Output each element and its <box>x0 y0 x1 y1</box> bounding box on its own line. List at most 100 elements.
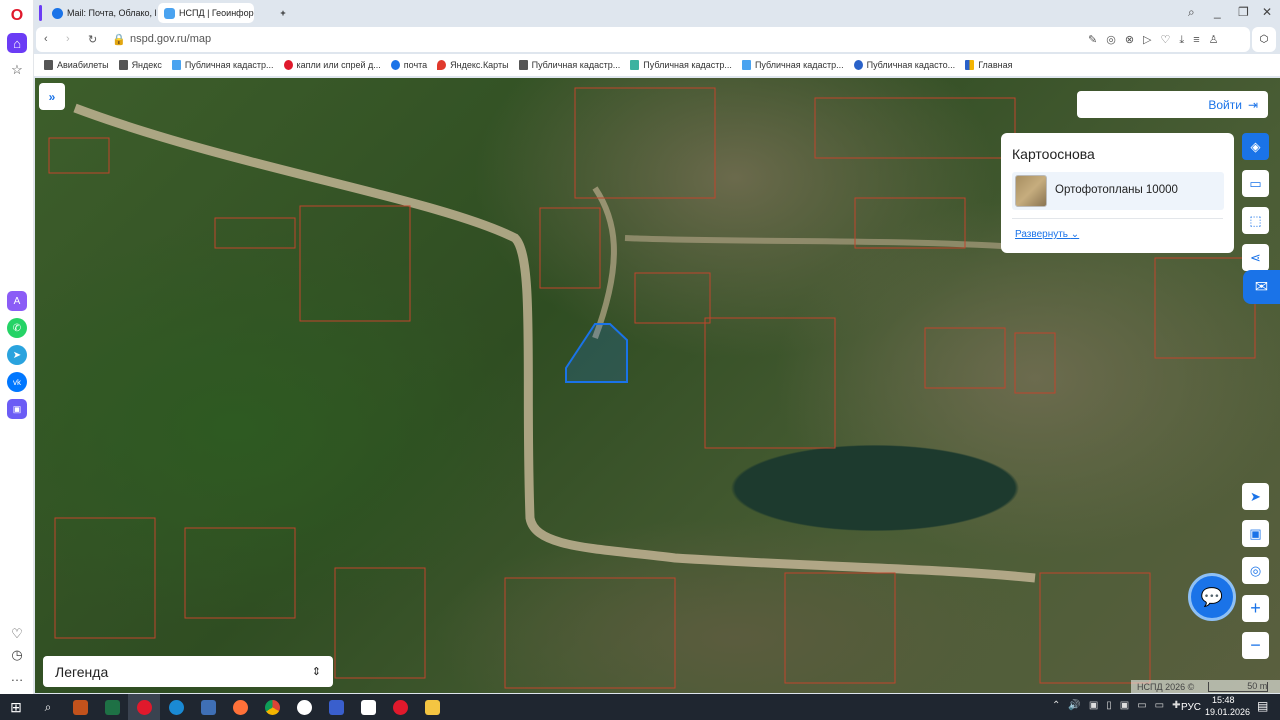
extensions-icon[interactable]: ⬡ <box>1252 27 1276 52</box>
notifications-icon[interactable]: ▤ <box>1257 699 1268 713</box>
nspd-icon <box>741 60 751 70</box>
edge-icon[interactable] <box>160 694 192 720</box>
bookmark[interactable]: капли или спрей д... <box>283 60 381 70</box>
bookmark[interactable]: Публичная кадастр... <box>518 60 621 70</box>
zoom-out-button[interactable]: − <box>1242 632 1269 659</box>
star-icon[interactable]: ☆ <box>7 60 27 80</box>
vk-icon[interactable]: vk <box>7 372 27 392</box>
basemap-option-selected[interactable]: Ортофотопланы 10000 <box>1012 172 1224 210</box>
excel-icon[interactable] <box>96 694 128 720</box>
search-icon[interactable]: ⌕ <box>32 694 64 720</box>
windows-start-icon[interactable]: ⊞ <box>0 694 32 720</box>
aria-icon[interactable]: A <box>7 291 27 311</box>
restore-button[interactable]: ❐ <box>1238 5 1249 19</box>
back-icon[interactable]: ‹ <box>44 33 48 45</box>
minimap-button[interactable]: ▣ <box>1242 520 1269 547</box>
bookmark[interactable]: Главная <box>965 60 1012 70</box>
zoom-in-button[interactable]: + <box>1242 595 1269 622</box>
bookmark[interactable]: Яндекс <box>118 60 162 70</box>
tab-nspd[interactable]: НСПД | Геоинформацион <box>158 3 254 23</box>
layers-button[interactable]: ◈ <box>1242 133 1269 160</box>
attribution-bar: НСПД 2026 © 50 m <box>1131 680 1280 693</box>
nspd-favicon-icon <box>164 7 175 19</box>
nspd-icon <box>171 60 181 70</box>
shield-icon <box>853 60 863 70</box>
bookmark[interactable]: Публичная кадасто... <box>853 60 955 70</box>
area-search-button[interactable]: ⬚ <box>1242 207 1269 234</box>
chrome-icon[interactable] <box>256 694 288 720</box>
player-icon[interactable]: ▣ <box>7 399 27 419</box>
mail-favicon-icon <box>52 7 63 19</box>
chevron-updown-icon: ⇕ <box>311 666 321 678</box>
road <box>73 103 1036 583</box>
map-pin-icon <box>437 60 447 70</box>
geolocation-button[interactable]: ➤ <box>1242 483 1269 510</box>
ruler-button[interactable]: ▭ <box>1242 170 1269 197</box>
bookmark[interactable]: Публичная кадастр... <box>741 60 844 70</box>
chart-icon <box>965 60 975 70</box>
yandex-browser-icon[interactable] <box>288 694 320 720</box>
word-icon[interactable] <box>192 694 224 720</box>
bookmark[interactable]: Публичная кадастр... <box>171 60 274 70</box>
clock-time[interactable]: 15:48 <box>1212 695 1235 705</box>
bookmark[interactable]: почта <box>390 60 428 70</box>
bookmark-label: Публичная кадастр... <box>184 60 274 70</box>
expand-sidebar-button[interactable]: » <box>39 83 65 110</box>
search-tabs-icon[interactable]: ⌕ <box>1188 5 1195 20</box>
bookmark[interactable]: Яндекс.Карты <box>437 60 509 70</box>
minimize-button[interactable]: _ <box>1214 5 1221 19</box>
bookmark-label: почта <box>403 60 428 70</box>
heart-icon[interactable]: ♡ <box>7 624 27 644</box>
tab-label: НСПД | Геоинформацион <box>179 8 254 18</box>
kadastr-icon <box>630 60 640 70</box>
legend-dropdown[interactable]: Легенда ⇕ <box>43 656 333 687</box>
system-tray-icons[interactable]: ⌃🔊▣▯▣▭▭✚ <box>1052 700 1189 711</box>
tab-mail[interactable]: Mail: Почта, Облако, Кал <box>46 3 156 23</box>
history-icon[interactable]: ◷ <box>7 645 27 665</box>
bookmark-label: Публичная кадастр... <box>754 60 844 70</box>
orthophoto-thumbnail <box>1015 175 1047 207</box>
selected-parcel[interactable] <box>565 323 628 383</box>
whatsapp-icon[interactable]: ✆ <box>7 318 27 338</box>
opera-logo-icon[interactable]: O <box>7 6 27 26</box>
coordinates-button[interactable]: ◎ <box>1242 557 1269 584</box>
bookmark[interactable]: Авиабилеты <box>44 60 109 70</box>
url-text[interactable]: nspd.gov.ru/map <box>130 33 211 45</box>
chat-button[interactable]: 💬 <box>1188 573 1236 621</box>
new-tab-button[interactable]: + <box>275 3 291 23</box>
mail-app-icon[interactable] <box>352 694 384 720</box>
bookmark-label: Яндекс <box>131 60 162 70</box>
tab-bar: Mail: Почта, Облако, Кал НСПД | Геоинфор… <box>34 0 1280 26</box>
bookmark-label: Авиабилеты <box>57 60 109 70</box>
language-indicator[interactable]: РУС <box>1181 702 1201 713</box>
home-icon[interactable]: ⌂ <box>7 33 27 53</box>
lock-icon: 🔒 <box>112 34 126 46</box>
app-icon[interactable] <box>64 694 96 720</box>
explorer-icon[interactable] <box>416 694 448 720</box>
bookmark[interactable]: Публичная кадастр... <box>630 60 732 70</box>
page-icon <box>44 60 53 70</box>
yandex-icon[interactable] <box>384 694 416 720</box>
expand-link[interactable]: Развернуть ⌄ <box>1015 229 1079 240</box>
yandex-icon <box>283 60 293 70</box>
login-button[interactable]: Войти ⇥ <box>1077 91 1268 118</box>
more-icon[interactable]: … <box>7 666 27 686</box>
telegram-icon[interactable]: ➤ <box>7 345 27 365</box>
feedback-button[interactable]: ✉ <box>1243 270 1280 304</box>
opera-taskbar-icon[interactable] <box>128 694 160 720</box>
page-icon <box>118 60 128 70</box>
bookmarks-bar: Авиабилеты Яндекс Публичная кадастр... к… <box>34 54 1280 76</box>
address-bar[interactable]: ‹ › ↻ 🔒 nspd.gov.ru/map ✎◎⊗▷♡⤓≡♙ <box>36 27 1250 52</box>
forward-icon[interactable]: › <box>66 33 70 45</box>
road <box>592 186 617 340</box>
bookmark-label: Публичная кадастр... <box>531 60 621 70</box>
close-window-button[interactable]: ✕ <box>1262 5 1272 19</box>
save-app-icon[interactable] <box>320 694 352 720</box>
toolbar-icons[interactable]: ✎◎⊗▷♡⤓≡♙ <box>1088 33 1228 47</box>
browser-sidebar: O ⌂ ☆ A ✆ ➤ vk ▣ ♡ ◷ … <box>0 0 34 694</box>
clock-date[interactable]: 19.01.2026 <box>1205 707 1250 717</box>
chevron-down-icon: ⌄ <box>1070 229 1080 240</box>
firefox-icon[interactable] <box>224 694 256 720</box>
share-button[interactable]: ⋖ <box>1242 244 1269 271</box>
reload-icon[interactable]: ↻ <box>88 33 97 46</box>
